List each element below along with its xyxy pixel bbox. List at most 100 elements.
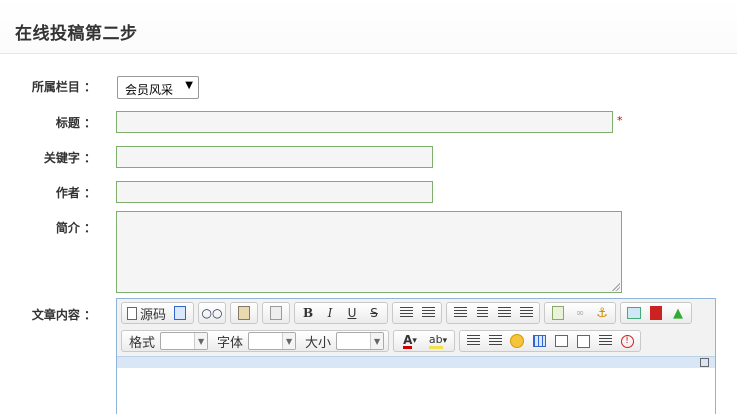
align-right-button[interactable] <box>493 303 515 323</box>
find-group: ○○ <box>198 302 227 324</box>
category-select[interactable]: 会员风采 ▼ <box>117 76 199 99</box>
find-button[interactable]: ○○ <box>201 303 223 323</box>
horizontal-rule-button[interactable] <box>550 331 572 351</box>
outdent-button[interactable] <box>462 331 484 351</box>
font-color-icon: A <box>403 332 413 349</box>
bold-button[interactable]: B <box>297 303 319 323</box>
align-group <box>446 302 541 324</box>
list-group <box>392 302 443 324</box>
resize-grip-icon[interactable] <box>611 282 620 291</box>
combo-group: 格式 ▼ 字体 ▼ 大小 ▼ <box>121 330 390 352</box>
source-label: 源码 <box>140 307 167 323</box>
rich-text-editor[interactable]: 源码 ○○ B I U S ∞ ⚓ ▲ 格式 ▼ 字体 ▼ 大小 ▼ A ▾ a… <box>116 298 716 414</box>
title-input[interactable] <box>116 111 613 133</box>
source-button[interactable]: 源码 <box>124 303 169 323</box>
print-preview-button[interactable] <box>572 331 594 351</box>
justify-icon <box>519 307 533 319</box>
flash-button[interactable] <box>645 303 667 323</box>
preview-icon <box>174 306 187 320</box>
paste-word-icon <box>238 306 251 320</box>
paste-word-button[interactable] <box>233 303 255 323</box>
chevron-down-icon: ▼ <box>370 333 384 349</box>
unordered-list-icon <box>421 307 435 319</box>
font-select[interactable]: ▼ <box>248 332 297 350</box>
maximize-icon[interactable] <box>700 358 709 367</box>
justify-button[interactable] <box>515 303 537 323</box>
align-left-icon <box>453 307 467 319</box>
indent-button[interactable] <box>484 331 506 351</box>
about-button[interactable]: ! <box>616 331 638 351</box>
template-icon <box>270 306 283 320</box>
image-button[interactable] <box>623 303 645 323</box>
link-group: ∞ ⚓ <box>544 302 617 324</box>
align-center-button[interactable] <box>471 303 493 323</box>
paste-group <box>230 302 259 324</box>
author-label: 作者 ： <box>55 186 96 200</box>
summary-textarea[interactable] <box>116 211 622 293</box>
page-break-button[interactable] <box>594 331 616 351</box>
editor-toolbar: 源码 ○○ B I U S ∞ ⚓ ▲ 格式 ▼ 字体 ▼ 大小 ▼ A ▾ a… <box>117 299 715 368</box>
font-color-button[interactable]: A ▾ <box>396 331 424 351</box>
keywords-label: 关键字 ： <box>43 151 96 165</box>
template-button[interactable] <box>265 303 287 323</box>
info-icon: ! <box>620 334 634 348</box>
strikethrough-button[interactable]: S <box>363 303 385 323</box>
emoticon-button[interactable] <box>506 331 528 351</box>
anchor-icon: ⚓ <box>596 305 608 321</box>
misc-group: ! <box>459 330 642 352</box>
page-title: 在线投稿第二步 <box>15 24 138 44</box>
color-group: A ▾ ab ▾ <box>393 330 456 352</box>
category-select-value: 会员风采 <box>125 83 174 97</box>
binoculars-icon: ○○ <box>201 306 223 320</box>
horizontal-rule-icon <box>554 335 568 347</box>
required-mark: * <box>617 114 623 127</box>
dropdown-arrow-icon: ▼ <box>185 80 193 91</box>
image-icon <box>627 307 642 319</box>
category-label: 所属栏目 ： <box>31 80 96 94</box>
chevron-down-icon: ▾ <box>442 336 448 346</box>
content-label: 文章内容 ： <box>31 308 96 322</box>
summary-label: 简介 ： <box>55 221 96 235</box>
format-select[interactable]: ▼ <box>160 332 209 350</box>
link-button[interactable] <box>547 303 569 323</box>
font-label: 字体 <box>217 335 244 351</box>
format-label: 格式 <box>129 335 156 351</box>
unlink-button[interactable]: ∞ <box>569 303 591 323</box>
ordered-list-icon <box>399 307 413 319</box>
flash-icon <box>650 306 663 320</box>
toolbar-collapse-bar <box>117 356 715 368</box>
preview-button[interactable] <box>169 303 191 323</box>
style-group: B I U S <box>294 302 389 324</box>
unordered-list-button[interactable] <box>417 303 439 323</box>
keywords-input[interactable] <box>116 146 433 168</box>
media-icon: ▲ <box>673 305 684 321</box>
chevron-down-icon: ▼ <box>282 333 296 349</box>
ordered-list-button[interactable] <box>395 303 417 323</box>
chevron-down-icon: ▼ <box>194 333 208 349</box>
bg-color-icon: ab <box>428 333 443 349</box>
document-icon <box>127 306 137 320</box>
page-header: 在线投稿第二步 <box>0 0 737 54</box>
toolbar-row-1: 源码 ○○ B I U S ∞ ⚓ ▲ <box>121 301 696 325</box>
smiley-icon <box>510 334 525 348</box>
italic-button[interactable]: I <box>319 303 341 323</box>
outdent-icon <box>466 335 480 347</box>
link-icon <box>552 306 565 320</box>
align-right-icon <box>497 307 511 319</box>
align-center-icon <box>476 307 488 319</box>
size-select[interactable]: ▼ <box>336 332 385 350</box>
size-label: 大小 <box>305 335 332 351</box>
page-break-icon <box>598 335 612 347</box>
anchor-button[interactable]: ⚓ <box>591 303 613 323</box>
title-label: 标题 ： <box>55 116 96 130</box>
align-left-button[interactable] <box>449 303 471 323</box>
insert-group: ▲ <box>620 302 693 324</box>
toolbar-row-2: 格式 ▼ 字体 ▼ 大小 ▼ A ▾ ab ▾ ! <box>121 329 645 353</box>
author-input[interactable] <box>116 181 433 203</box>
underline-button[interactable]: U <box>341 303 363 323</box>
bg-color-button[interactable]: ab ▾ <box>424 331 452 351</box>
source-group: 源码 <box>121 302 195 324</box>
table-icon <box>532 335 546 347</box>
media-button[interactable]: ▲ <box>667 303 689 323</box>
table-button[interactable] <box>528 331 550 351</box>
